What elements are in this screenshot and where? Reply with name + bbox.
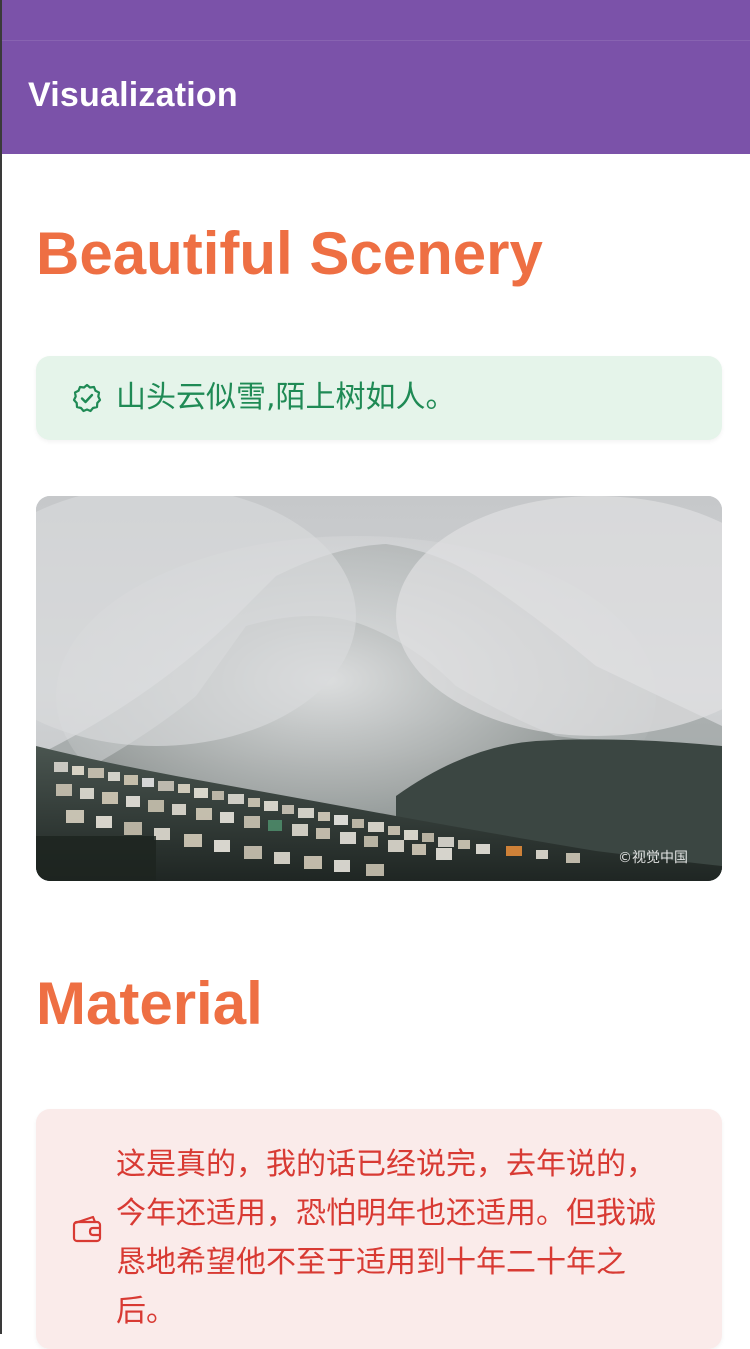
error-alert: 这是真的，我的话已经说完，去年说的，今年还适用，恐怕明年也还适用。但我诚恳地希望… bbox=[36, 1109, 722, 1349]
scenery-photo: ©视觉中国 bbox=[36, 496, 722, 881]
app-bar-title: Visualization bbox=[28, 76, 238, 114]
status-bar-divider bbox=[2, 40, 750, 41]
section-title-scenery: Beautiful Scenery bbox=[36, 220, 543, 287]
section-title-material: Material bbox=[36, 970, 263, 1037]
app-bar: Visualization bbox=[2, 0, 750, 154]
error-alert-text: 这是真的，我的话已经说完，去年说的，今年还适用，恐怕明年也还适用。但我诚恳地希望… bbox=[116, 1147, 656, 1329]
wallet-icon bbox=[70, 1212, 104, 1246]
check-badge-icon bbox=[70, 381, 104, 415]
success-alert: 山头云似雪,陌上树如人。 bbox=[36, 356, 722, 440]
success-alert-text: 山头云似雪,陌上树如人。 bbox=[116, 380, 456, 415]
photo-watermark: ©视觉中国 bbox=[618, 850, 688, 866]
